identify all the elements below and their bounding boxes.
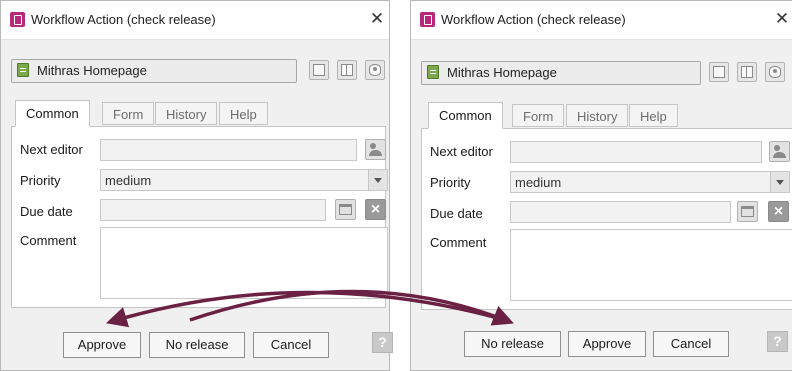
approve-button[interactable]: Approve — [63, 332, 141, 358]
no-release-button[interactable]: No release — [464, 331, 561, 357]
tab-history[interactable]: History — [155, 102, 218, 125]
close-button[interactable]: ✕ — [771, 8, 792, 30]
due-date-label: Due date — [20, 204, 73, 219]
approve-button[interactable]: Approve — [568, 331, 646, 357]
due-date-field[interactable] — [510, 201, 731, 223]
clear-date-button[interactable]: × — [365, 199, 386, 220]
split-view-icon — [341, 64, 353, 76]
priority-select[interactable]: medium — [100, 169, 388, 191]
tab-form[interactable]: Form — [512, 104, 565, 127]
due-date-label: Due date — [430, 206, 483, 221]
page-field: Mithras Homepage — [11, 59, 297, 83]
next-editor-field[interactable] — [100, 139, 357, 161]
help-button[interactable]: ? — [767, 331, 788, 352]
calendar-button[interactable] — [335, 199, 356, 220]
cancel-button[interactable]: Cancel — [253, 332, 329, 358]
next-editor-label: Next editor — [430, 144, 493, 159]
due-date-field[interactable] — [100, 199, 326, 221]
form-view-icon — [713, 66, 725, 78]
workflow-dialog-left: Workflow Action (check release) ✕ Mithra… — [0, 0, 393, 371]
priority-label: Priority — [430, 175, 471, 190]
common-panel: Next editor Priority medium Due date × C… — [421, 128, 792, 310]
calendar-button[interactable] — [737, 201, 758, 222]
priority-value: medium — [515, 175, 562, 190]
priority-value: medium — [105, 173, 152, 188]
title-bar: Workflow Action (check release) ✕ — [1, 1, 389, 40]
dialog-title: Workflow Action (check release) — [441, 12, 626, 27]
preview-button[interactable] — [765, 62, 785, 82]
cancel-button[interactable]: Cancel — [653, 331, 729, 357]
user-select-button[interactable] — [365, 139, 386, 160]
dialog-title: Workflow Action (check release) — [31, 12, 216, 27]
page-icon — [427, 65, 439, 79]
page-icon — [17, 63, 29, 77]
next-editor-field[interactable] — [510, 141, 762, 163]
comment-textarea[interactable] — [510, 229, 792, 301]
split-view-button[interactable] — [337, 60, 357, 80]
user-select-button[interactable] — [769, 141, 790, 162]
form-view-icon — [313, 64, 325, 76]
split-view-icon — [741, 66, 753, 78]
priority-select[interactable]: medium — [510, 171, 790, 193]
chevron-down-icon[interactable] — [368, 170, 387, 190]
tab-common[interactable]: Common — [15, 100, 90, 127]
form-view-button[interactable] — [709, 62, 729, 82]
tab-common[interactable]: Common — [428, 102, 503, 129]
page-name: Mithras Homepage — [37, 63, 147, 78]
tab-help[interactable]: Help — [629, 104, 678, 127]
workflow-dialog-right: Workflow Action (check release) ✕ Mithra… — [410, 0, 792, 371]
calendar-icon — [339, 204, 352, 215]
tab-history[interactable]: History — [566, 104, 629, 127]
preview-button[interactable] — [365, 60, 385, 80]
common-panel: Next editor Priority medium Due date × C… — [11, 126, 388, 308]
no-release-button[interactable]: No release — [149, 332, 245, 358]
help-button[interactable]: ? — [372, 332, 393, 353]
comment-textarea[interactable] — [100, 227, 388, 299]
tab-help[interactable]: Help — [219, 102, 268, 125]
calendar-icon — [741, 206, 754, 217]
chevron-down-icon[interactable] — [770, 172, 789, 192]
close-button[interactable]: ✕ — [366, 8, 388, 30]
preview-icon — [769, 66, 781, 78]
title-bar: Workflow Action (check release) ✕ — [411, 1, 792, 40]
comment-label: Comment — [430, 235, 487, 250]
preview-icon — [369, 64, 381, 76]
page-name: Mithras Homepage — [447, 65, 557, 80]
workflow-app-icon — [420, 12, 435, 27]
tab-form[interactable]: Form — [102, 102, 155, 125]
comment-label: Comment — [20, 233, 77, 248]
page-field: Mithras Homepage — [421, 61, 701, 85]
next-editor-label: Next editor — [20, 142, 83, 157]
priority-label: Priority — [20, 173, 61, 188]
form-view-button[interactable] — [309, 60, 329, 80]
clear-date-button[interactable]: × — [768, 201, 789, 222]
split-view-button[interactable] — [737, 62, 757, 82]
workflow-app-icon — [10, 12, 25, 27]
